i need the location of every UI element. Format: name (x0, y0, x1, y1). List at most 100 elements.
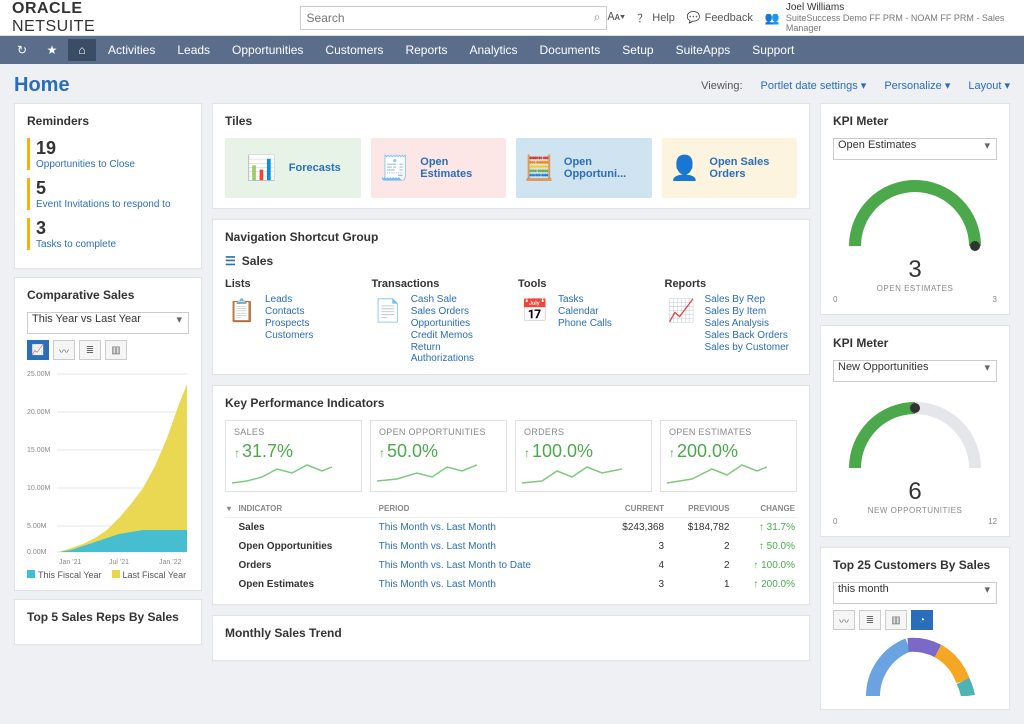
reminder-count: 19 (36, 138, 189, 159)
nav-documents[interactable]: Documents (530, 43, 611, 57)
top5-reps-card: Top 5 Sales Reps By Sales (14, 599, 202, 645)
global-search[interactable]: ⌕ (300, 6, 608, 30)
link-sales-orders[interactable]: Sales Orders (411, 306, 504, 317)
personalize-link[interactable]: Personalize ▾ (884, 79, 950, 92)
link-calendar[interactable]: Calendar (558, 306, 612, 317)
col-lists-title: Lists (225, 278, 358, 290)
svg-text:25.00M: 25.00M (27, 371, 51, 378)
comparative-select[interactable]: This Year vs Last Year (27, 312, 189, 334)
chart-bar-icon[interactable]: ▥ (885, 610, 907, 630)
link-customers[interactable]: Customers (265, 330, 313, 341)
user-menu[interactable]: 👥 Joel Williams SuiteSuccess Demo FF PRM… (765, 2, 1012, 33)
table-row[interactable]: OrdersThis Month vs. Last Month to Date4… (225, 556, 797, 575)
chart-line-icon[interactable]: 〰 (833, 610, 855, 630)
forecast-icon: 📊 (245, 151, 279, 185)
table-row[interactable]: Open EstimatesThis Month vs. Last Month3… (225, 575, 797, 594)
tile-forecasts[interactable]: 📊Forecasts (225, 138, 361, 198)
legend-last-year: Last Fiscal Year (123, 570, 187, 580)
viewing-select[interactable]: Portlet date settings ▾ (761, 79, 867, 92)
meter2-value: 6 (908, 478, 921, 506)
hamburger-icon: ☰ (225, 254, 236, 268)
kpi-open-est[interactable]: OPEN ESTIMATES 200.0% (660, 420, 797, 492)
kpi-table: ▾ INDICATORPERIOD CURRENTPREVIOUSCHANGE … (225, 500, 797, 594)
kpi-open-opps[interactable]: OPEN OPPORTUNITIES 50.0% (370, 420, 507, 492)
nav-reports[interactable]: Reports (395, 43, 457, 57)
tile-open-opportunities[interactable]: 🧮Open Opportuni... (516, 138, 652, 198)
shortcut-card: Navigation Shortcut Group ☰Sales Lists 📋… (212, 219, 810, 375)
chart-bar-icon[interactable]: ▥ (105, 340, 127, 360)
tile-open-estimates[interactable]: 🧾Open Estimates (371, 138, 507, 198)
nav-activities[interactable]: Activities (98, 43, 165, 57)
kpi-meter-2: KPI Meter New Opportunities 6 NEW OPPORT… (820, 325, 1010, 537)
feedback-link[interactable]: 💬Feedback (687, 11, 753, 24)
tiles-title: Tiles (225, 114, 797, 128)
link-opps[interactable]: Opportunities (411, 318, 504, 329)
link-sales-item[interactable]: Sales By Item (705, 306, 789, 317)
link-sales-analysis[interactable]: Sales Analysis (705, 318, 789, 329)
comparative-chart: 25.00M20.00M15.00M 10.00M5.00M0.00M Jan … (27, 366, 191, 566)
chart-pie-icon[interactable]: ◔ (911, 610, 933, 630)
svg-text:Jan '22: Jan '22 (159, 559, 181, 566)
topbar: ORACLE NETSUITE ⌕ 🗛▾ ？Help 💬Feedback 👥 J… (0, 0, 1024, 36)
meter2-select[interactable]: New Opportunities (833, 360, 997, 382)
tile-open-sales-orders[interactable]: 👤Open Sales Orders (662, 138, 798, 198)
layout-link[interactable]: Layout ▾ (968, 79, 1010, 92)
estimate-icon: 🧾 (379, 151, 411, 185)
home-icon[interactable]: ⌂ (68, 39, 96, 61)
svg-text:Jan '21: Jan '21 (59, 559, 81, 566)
link-sales-rep[interactable]: Sales By Rep (705, 294, 789, 305)
user-name: Joel Williams (786, 2, 1012, 13)
link-returns[interactable]: Return Authorizations (411, 342, 504, 364)
link-credit-memos[interactable]: Credit Memos (411, 330, 504, 341)
nav-customers[interactable]: Customers (315, 43, 393, 57)
chart-list-icon[interactable]: ≣ (79, 340, 101, 360)
svg-text:15.00M: 15.00M (27, 447, 51, 454)
chart-list-icon[interactable]: ≣ (859, 610, 881, 630)
reminder-link[interactable]: Event Invitations to respond to (36, 199, 189, 210)
kpi-sales[interactable]: SALES 31.7% (225, 420, 362, 492)
nav-leads[interactable]: Leads (167, 43, 220, 57)
link-back-orders[interactable]: Sales Back Orders (705, 330, 789, 341)
shortcut-title: Navigation Shortcut Group (225, 230, 797, 244)
svg-text:Jul '21: Jul '21 (109, 559, 129, 566)
search-input[interactable] (307, 11, 594, 25)
reminder-link[interactable]: Tasks to complete (36, 239, 189, 250)
nav-suiteapps[interactable]: SuiteApps (666, 43, 741, 57)
link-sales-customer[interactable]: Sales by Customer (705, 342, 789, 353)
table-row[interactable]: SalesThis Month vs. Last Month$243,368$1… (225, 518, 797, 538)
top25-card: Top 25 Customers By Sales this month 〰 ≣… (820, 547, 1010, 710)
link-contacts[interactable]: Contacts (265, 306, 313, 317)
gauge-icon (835, 166, 995, 256)
svg-text:5.00M: 5.00M (27, 523, 47, 530)
link-tasks[interactable]: Tasks (558, 294, 612, 305)
language-icon[interactable]: 🗛▾ (607, 11, 625, 24)
svg-text:10.00M: 10.00M (27, 485, 51, 492)
chart-line-icon[interactable]: 〰 (53, 340, 75, 360)
link-cash-sale[interactable]: Cash Sale (411, 294, 504, 305)
transactions-icon: 📄 (372, 294, 405, 328)
col-reports-title: Reports (665, 278, 798, 290)
reminder-link[interactable]: Opportunities to Close (36, 159, 189, 170)
meter1-select[interactable]: Open Estimates (833, 138, 997, 160)
kpi-orders[interactable]: ORDERS 100.0% (515, 420, 652, 492)
reminders-card: Reminders 19Opportunities to Close 5Even… (14, 103, 202, 269)
top25-select[interactable]: this month (833, 582, 997, 604)
tiles-card: Tiles 📊Forecasts 🧾Open Estimates 🧮Open O… (212, 103, 810, 209)
star-icon[interactable]: ★ (38, 39, 66, 61)
table-row[interactable]: Open OpportunitiesThis Month vs. Last Mo… (225, 537, 797, 556)
nav-support[interactable]: Support (742, 43, 804, 57)
monthly-sales-card: Monthly Sales Trend (212, 615, 810, 661)
reminder-count: 3 (36, 218, 189, 239)
lists-icon: 📋 (225, 294, 259, 328)
nav-analytics[interactable]: Analytics (459, 43, 527, 57)
link-leads[interactable]: Leads (265, 294, 313, 305)
user-role: SuiteSuccess Demo FF PRM - NOAM FF PRM -… (786, 13, 1012, 33)
history-icon[interactable]: ↻ (8, 39, 36, 61)
nav-setup[interactable]: Setup (612, 43, 663, 57)
nav-opportunities[interactable]: Opportunities (222, 43, 313, 57)
help-link[interactable]: ？Help (637, 10, 675, 26)
link-phone[interactable]: Phone Calls (558, 318, 612, 329)
chart-area-icon[interactable]: 📈 (27, 340, 49, 360)
link-prospects[interactable]: Prospects (265, 318, 313, 329)
monthly-title: Monthly Sales Trend (225, 626, 797, 640)
